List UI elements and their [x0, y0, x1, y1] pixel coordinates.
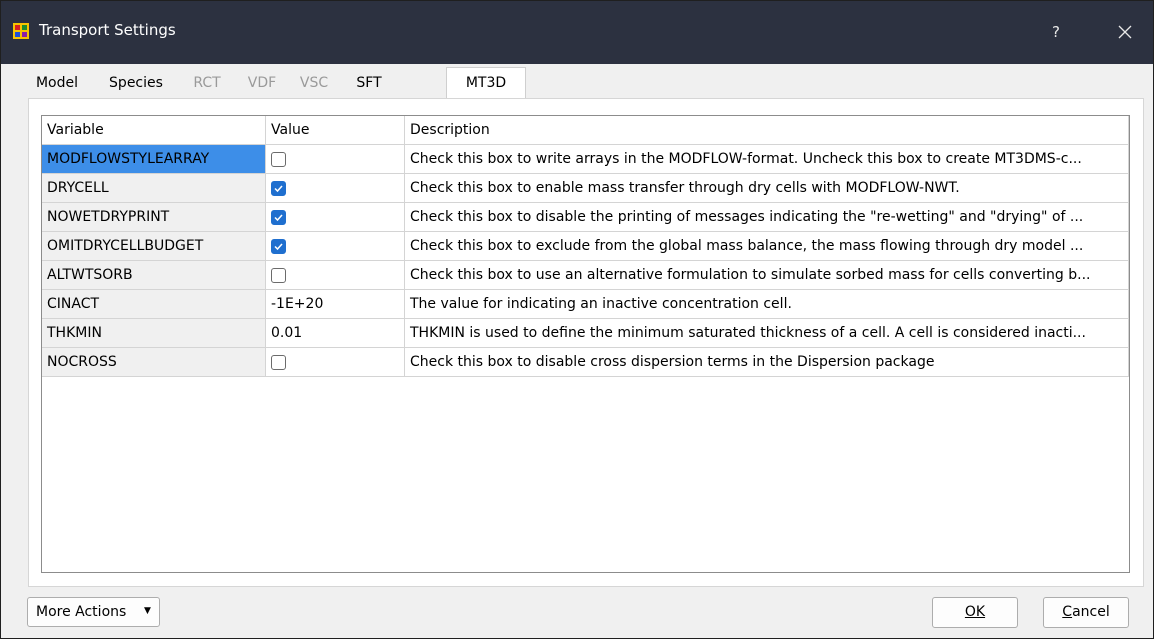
value-cell[interactable] — [266, 232, 405, 261]
title-bar[interactable]: Transport Settings ? — [1, 1, 1153, 64]
checkmark-icon — [274, 243, 283, 251]
modflow-app-icon — [13, 23, 29, 39]
cancel-button[interactable]: Cancel — [1043, 597, 1129, 628]
value-cell[interactable]: -1E+20 — [266, 290, 405, 319]
variable-cell[interactable]: NOWETDRYPRINT — [42, 203, 266, 232]
checkmark-icon — [274, 185, 283, 193]
tab-species[interactable]: Species — [90, 68, 182, 98]
more-actions-label: More Actions — [36, 604, 127, 620]
cancel-label: ancel — [1072, 604, 1110, 620]
close-button[interactable] — [1108, 15, 1142, 49]
tab-vsc[interactable]: VSC — [289, 68, 339, 98]
description-cell: Check this box to write arrays in the MO… — [405, 145, 1129, 174]
description-cell: Check this box to disable cross dispersi… — [405, 348, 1129, 377]
caret-down-icon: ▼ — [144, 606, 151, 616]
checkbox[interactable] — [271, 152, 286, 167]
column-header-variable: Variable — [42, 116, 266, 145]
value-cell[interactable] — [266, 203, 405, 232]
tab-panel: Variable Value Description MODFLOWSTYLEA… — [28, 98, 1144, 587]
settings-table: Variable Value Description MODFLOWSTYLEA… — [41, 115, 1130, 573]
value-cell[interactable] — [266, 145, 405, 174]
variable-cell[interactable]: NOCROSS — [42, 348, 266, 377]
checkbox[interactable] — [271, 355, 286, 370]
checkmark-icon — [274, 214, 283, 222]
value-cell[interactable] — [266, 261, 405, 290]
variable-cell[interactable]: CINACT — [42, 290, 266, 319]
dialog-window: Transport Settings ? Model Species RCT V… — [0, 0, 1154, 639]
tab-model[interactable]: Model — [28, 68, 86, 98]
variable-cell[interactable]: OMITDRYCELLBUDGET — [42, 232, 266, 261]
variable-cell[interactable]: THKMIN — [42, 319, 266, 348]
cancel-mnemonic: C — [1062, 604, 1073, 620]
description-cell: The value for indicating an inactive con… — [405, 290, 1129, 319]
description-cell: Check this box to exclude from the globa… — [405, 232, 1129, 261]
value-cell[interactable]: 0.01 — [266, 319, 405, 348]
column-header-value: Value — [266, 116, 405, 145]
ok-button[interactable]: OK — [932, 597, 1018, 628]
help-button[interactable]: ? — [1039, 15, 1073, 49]
checkbox-checked[interactable] — [271, 239, 286, 254]
close-icon — [1118, 25, 1132, 39]
value-cell[interactable] — [266, 348, 405, 377]
checkbox-checked[interactable] — [271, 210, 286, 225]
description-cell: THKMIN is used to define the minimum sat… — [405, 319, 1129, 348]
more-actions-button[interactable]: More Actions ▼ — [27, 597, 160, 627]
tab-rct[interactable]: RCT — [182, 68, 232, 98]
description-cell: Check this box to enable mass transfer t… — [405, 174, 1129, 203]
ok-label: OK — [964, 604, 986, 620]
tab-mt3d[interactable]: MT3D — [446, 67, 526, 98]
description-cell: Check this box to use an alternative for… — [405, 261, 1129, 290]
window-title: Transport Settings — [39, 21, 176, 39]
variable-cell[interactable]: DRYCELL — [42, 174, 266, 203]
variable-cell[interactable]: MODFLOWSTYLEARRAY — [42, 145, 266, 174]
checkbox-checked[interactable] — [271, 181, 286, 196]
description-cell: Check this box to disable the printing o… — [405, 203, 1129, 232]
value-cell[interactable] — [266, 174, 405, 203]
column-header-description: Description — [405, 116, 1129, 145]
tab-sft[interactable]: SFT — [344, 68, 394, 98]
tab-vdf[interactable]: VDF — [237, 68, 287, 98]
checkbox[interactable] — [271, 268, 286, 283]
variable-cell[interactable]: ALTWTSORB — [42, 261, 266, 290]
